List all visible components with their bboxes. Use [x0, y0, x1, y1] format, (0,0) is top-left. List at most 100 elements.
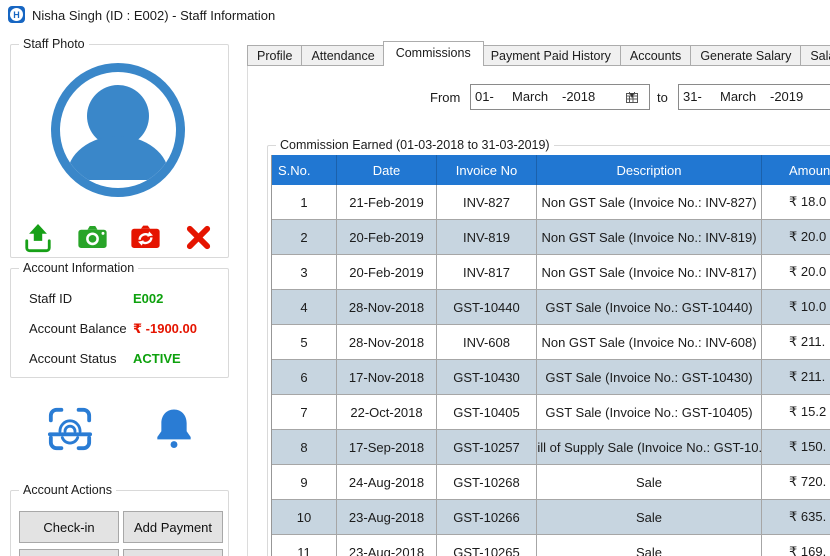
column-header-date[interactable]: Date — [337, 155, 437, 185]
table-cell: Sale — [537, 500, 762, 534]
table-cell: INV-827 — [437, 185, 537, 219]
table-row[interactable]: 428-Nov-2018GST-10440GST Sale (Invoice N… — [272, 290, 830, 325]
column-header-invoice-no[interactable]: Invoice No — [437, 155, 537, 185]
add-payment-button[interactable]: Add Payment — [123, 511, 223, 543]
table-cell: 20-Feb-2019 — [337, 255, 437, 289]
column-header-s-no[interactable]: S.No. — [272, 155, 337, 185]
from-date-day: 01- — [475, 89, 494, 104]
to-date-month: March — [720, 89, 756, 104]
table-cell: Non GST Sale (Invoice No.: INV-817) — [537, 255, 762, 289]
table-row[interactable]: 528-Nov-2018INV-608Non GST Sale (Invoice… — [272, 325, 830, 360]
table-cell: ₹ 20.0 — [762, 255, 830, 289]
capture-photo-button[interactable] — [77, 223, 107, 253]
table-cell: GST Sale (Invoice No.: GST-10440) — [537, 290, 762, 324]
account-actions-label: Account Actions — [19, 483, 116, 497]
dropdown-arrow-icon: ▼ — [628, 91, 636, 100]
table-cell: 1 — [272, 185, 337, 219]
table-row[interactable]: 1123-Aug-2018GST-10265Sale₹ 169. — [272, 535, 830, 556]
table-cell: GST-10266 — [437, 500, 537, 534]
fingerprint-button[interactable] — [46, 406, 94, 454]
table-cell: INV-817 — [437, 255, 537, 289]
switch-camera-icon — [130, 223, 161, 251]
table-cell: 5 — [272, 325, 337, 359]
table-cell: 10 — [272, 500, 337, 534]
tab-accounts[interactable]: Accounts — [621, 45, 691, 66]
retake-photo-button[interactable] — [130, 223, 160, 253]
tab-profile[interactable]: Profile — [247, 45, 302, 66]
account-field-account-status: Account StatusACTIVE — [29, 351, 219, 366]
title-bar: H Nisha Singh (ID : E002) - Staff Inform… — [0, 0, 830, 30]
commission-earned-label: Commission Earned (01-03-2018 to 31-03-2… — [276, 138, 554, 152]
staff-photo-avatar — [51, 63, 185, 197]
table-cell: 28-Nov-2018 — [337, 290, 437, 324]
from-date-calendar-button[interactable]: ▼ — [617, 87, 647, 107]
table-cell: Sale — [537, 535, 762, 556]
notification-bell-button[interactable] — [150, 406, 198, 454]
column-header-amount[interactable]: Amount — [762, 155, 830, 185]
column-header-description[interactable]: Description — [537, 155, 762, 185]
upload-photo-button[interactable] — [23, 223, 53, 253]
app-logo-icon: H — [8, 6, 25, 23]
account-information-label: Account Information — [19, 261, 138, 275]
account-field-account-balance: Account Balance₹ -1900.00 — [29, 321, 219, 337]
delete-photo-button[interactable] — [184, 223, 214, 253]
table-cell: GST-10265 — [437, 535, 537, 556]
commission-table: S.No.DateInvoice NoDescriptionAmount 121… — [271, 155, 830, 556]
fingerprint-icon — [47, 406, 93, 452]
camera-icon — [77, 223, 108, 251]
account-action-button-partial[interactable] — [19, 549, 119, 556]
table-row[interactable]: 121-Feb-2019INV-827Non GST Sale (Invoice… — [272, 185, 830, 220]
account-field-label: Account Status — [29, 351, 133, 366]
table-cell: ₹ 20.0 — [762, 220, 830, 254]
table-row[interactable]: 1023-Aug-2018GST-10266Sale₹ 635. — [272, 500, 830, 535]
commission-table-header: S.No.DateInvoice NoDescriptionAmount — [272, 155, 830, 185]
table-cell: GST Sale (Invoice No.: GST-10405) — [537, 395, 762, 429]
account-field-label: Account Balance — [29, 321, 133, 336]
table-row[interactable]: 924-Aug-2018GST-10268Sale₹ 720. — [272, 465, 830, 500]
delete-x-icon — [184, 223, 213, 252]
table-cell: 11 — [272, 535, 337, 556]
from-label: From — [430, 90, 460, 105]
table-row[interactable]: 617-Nov-2018GST-10430GST Sale (Invoice N… — [272, 360, 830, 395]
table-cell: ₹ 18.0 — [762, 185, 830, 219]
tab-commissions[interactable]: Commissions — [383, 41, 484, 66]
table-cell: ₹ 15.2 — [762, 395, 830, 429]
to-date-year: -2019 — [770, 89, 803, 104]
table-row[interactable]: 220-Feb-2019INV-819Non GST Sale (Invoice… — [272, 220, 830, 255]
table-cell: 4 — [272, 290, 337, 324]
account-information-groupbox: Account Information Staff IDE002Account … — [10, 268, 229, 378]
account-field-label: Staff ID — [29, 291, 133, 306]
account-action-button-partial[interactable] — [123, 549, 223, 556]
table-cell: ₹ 169. — [762, 535, 830, 556]
from-date-picker[interactable]: 01- March -2018 ▼ — [470, 84, 650, 110]
account-actions-groupbox: Account Actions Check-inAdd Payment — [10, 490, 229, 556]
avatar-placeholder-icon — [60, 72, 176, 188]
bell-icon — [151, 406, 197, 452]
upload-icon — [23, 223, 53, 253]
to-date-picker[interactable]: 31- March -2019 — [678, 84, 830, 110]
table-cell: 6 — [272, 360, 337, 394]
check-in-button[interactable]: Check-in — [19, 511, 119, 543]
table-cell: Non GST Sale (Invoice No.: INV-827) — [537, 185, 762, 219]
tab-generate-salary[interactable]: Generate Salary — [691, 45, 801, 66]
table-cell: ₹ 150. — [762, 430, 830, 464]
table-cell: 23-Aug-2018 — [337, 535, 437, 556]
table-cell: INV-819 — [437, 220, 537, 254]
table-cell: 20-Feb-2019 — [337, 220, 437, 254]
table-cell: 2 — [272, 220, 337, 254]
tab-attendance[interactable]: Attendance — [302, 45, 384, 66]
table-row[interactable]: 320-Feb-2019INV-817Non GST Sale (Invoice… — [272, 255, 830, 290]
table-cell: GST-10268 — [437, 465, 537, 499]
table-cell: ₹ 211. — [762, 325, 830, 359]
table-cell: GST-10257 — [437, 430, 537, 464]
tab-payment-paid-history[interactable]: Payment Paid History — [482, 45, 621, 66]
table-cell: ₹ 211. — [762, 360, 830, 394]
table-cell: 17-Sep-2018 — [337, 430, 437, 464]
table-cell: GST Sale (Invoice No.: GST-10430) — [537, 360, 762, 394]
table-cell: Sale — [537, 465, 762, 499]
table-row[interactable]: 817-Sep-2018GST-10257Bill of Supply Sale… — [272, 430, 830, 465]
table-cell: 28-Nov-2018 — [337, 325, 437, 359]
table-row[interactable]: 722-Oct-2018GST-10405GST Sale (Invoice N… — [272, 395, 830, 430]
table-cell: 7 — [272, 395, 337, 429]
tab-salary-history[interactable]: Salary History — [801, 45, 830, 66]
